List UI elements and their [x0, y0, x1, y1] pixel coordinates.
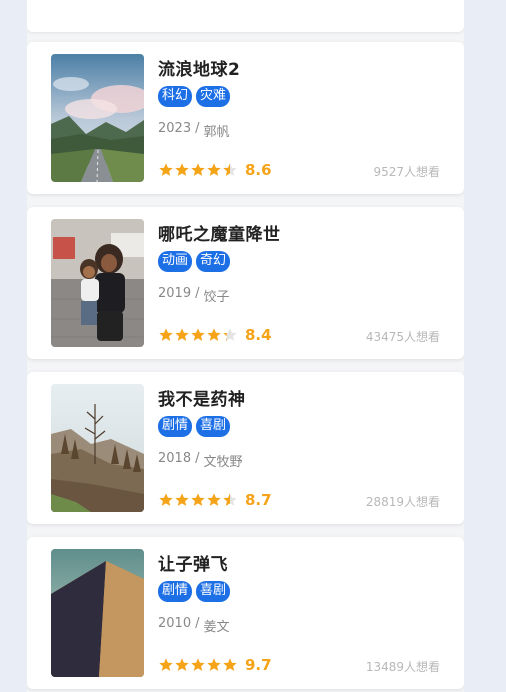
movie-poster[interactable]: [51, 219, 144, 347]
mother-child-poster-icon: [51, 219, 144, 347]
movie-title[interactable]: 流浪地球2: [158, 55, 240, 80]
star-full-icon: [175, 328, 189, 341]
rating-score: 8.6: [245, 161, 272, 179]
want-to-watch-count: 28819人想看: [365, 495, 440, 509]
genre-tag[interactable]: 科幻: [158, 86, 193, 107]
genre-tags: 剧情 喜剧: [158, 416, 231, 437]
meta-separator: /: [195, 286, 200, 301]
star-full-icon: [191, 328, 205, 341]
star-rating: 8.6: [158, 161, 272, 179]
movie-poster[interactable]: [51, 384, 144, 512]
movie-meta: 2023 / 郭帆: [158, 121, 230, 140]
star-full-icon: [175, 163, 189, 176]
genre-tags: 科幻 灾难: [158, 86, 231, 107]
release-year: 2018: [158, 451, 192, 466]
want-to-watch-count: 9527人想看: [373, 165, 440, 179]
release-year: 2019: [158, 286, 192, 301]
want-to-watch-count: 43475人想看: [365, 330, 440, 344]
genre-tag[interactable]: 奇幻: [196, 251, 231, 272]
movie-poster[interactable]: [51, 54, 144, 182]
meta-separator: /: [195, 616, 200, 631]
star-full-icon: [207, 493, 221, 506]
movie-card[interactable]: 让子弹飞 剧情 喜剧 2010 / 姜文 9.7 13489人想看: [27, 537, 464, 689]
director-name: 姜文: [203, 620, 230, 635]
star-full-icon: [207, 658, 221, 671]
genre-tag[interactable]: 剧情: [158, 416, 193, 437]
genre-tag[interactable]: 喜剧: [196, 416, 231, 437]
star-half-icon: [223, 163, 237, 176]
star-rating: 8.4: [158, 326, 272, 344]
rating-score: 8.4: [245, 326, 272, 344]
star-full-icon: [223, 658, 237, 671]
movie-card[interactable]: 我不是药神 剧情 喜剧 2018 / 文牧野 8.7 28819人想看: [27, 372, 464, 524]
rating-score: 8.7: [245, 491, 272, 509]
release-year: 2023: [158, 121, 192, 136]
genre-tag[interactable]: 剧情: [158, 581, 193, 602]
genre-tag[interactable]: 动画: [158, 251, 193, 272]
star-full-icon: [207, 328, 221, 341]
movie-card[interactable]: 哪吒之魔童降世 动画 奇幻 2019 / 饺子 8.4 43475人想看: [27, 207, 464, 359]
sand-dune-poster-icon: [51, 549, 144, 677]
star-full-icon: [191, 163, 205, 176]
genre-tag[interactable]: 喜剧: [196, 581, 231, 602]
director-name: 文牧野: [203, 455, 243, 470]
star-full-icon: [175, 493, 189, 506]
mountain-road-poster-icon: [51, 54, 144, 182]
rating-score: 9.7: [245, 656, 272, 674]
movie-poster[interactable]: [51, 549, 144, 677]
previous-card-partial[interactable]: [27, 0, 464, 32]
genre-tags: 动画 奇幻: [158, 251, 231, 272]
movie-title[interactable]: 我不是药神: [158, 385, 246, 410]
star-full-icon: [207, 163, 221, 176]
star-full-icon: [159, 163, 173, 176]
star-full-icon: [175, 658, 189, 671]
star-half-icon: [223, 328, 237, 341]
foggy-forest-poster-icon: [51, 384, 144, 512]
star-full-icon: [191, 493, 205, 506]
star-rating: 9.7: [158, 656, 272, 674]
director-name: 饺子: [203, 290, 230, 305]
movie-title[interactable]: 哪吒之魔童降世: [158, 220, 281, 245]
meta-separator: /: [195, 121, 200, 136]
movie-list: 流浪地球2 科幻 灾难 2023 / 郭帆 8.6 9527人想看 哪吒之魔童降…: [27, 0, 464, 692]
star-full-icon: [191, 658, 205, 671]
movie-meta: 2019 / 饺子: [158, 286, 230, 305]
want-to-watch-count: 13489人想看: [365, 660, 440, 674]
meta-separator: /: [195, 451, 200, 466]
movie-meta: 2010 / 姜文: [158, 616, 230, 635]
movie-title[interactable]: 让子弹飞: [158, 550, 228, 575]
director-name: 郭帆: [203, 125, 230, 140]
movie-card[interactable]: 流浪地球2 科幻 灾难 2023 / 郭帆 8.6 9527人想看: [27, 42, 464, 194]
movie-meta: 2018 / 文牧野: [158, 451, 243, 470]
star-full-icon: [159, 493, 173, 506]
genre-tags: 剧情 喜剧: [158, 581, 231, 602]
star-full-icon: [159, 658, 173, 671]
star-half-icon: [223, 493, 237, 506]
star-rating: 8.7: [158, 491, 272, 509]
genre-tag[interactable]: 灾难: [196, 86, 231, 107]
star-full-icon: [159, 328, 173, 341]
release-year: 2010: [158, 616, 192, 631]
